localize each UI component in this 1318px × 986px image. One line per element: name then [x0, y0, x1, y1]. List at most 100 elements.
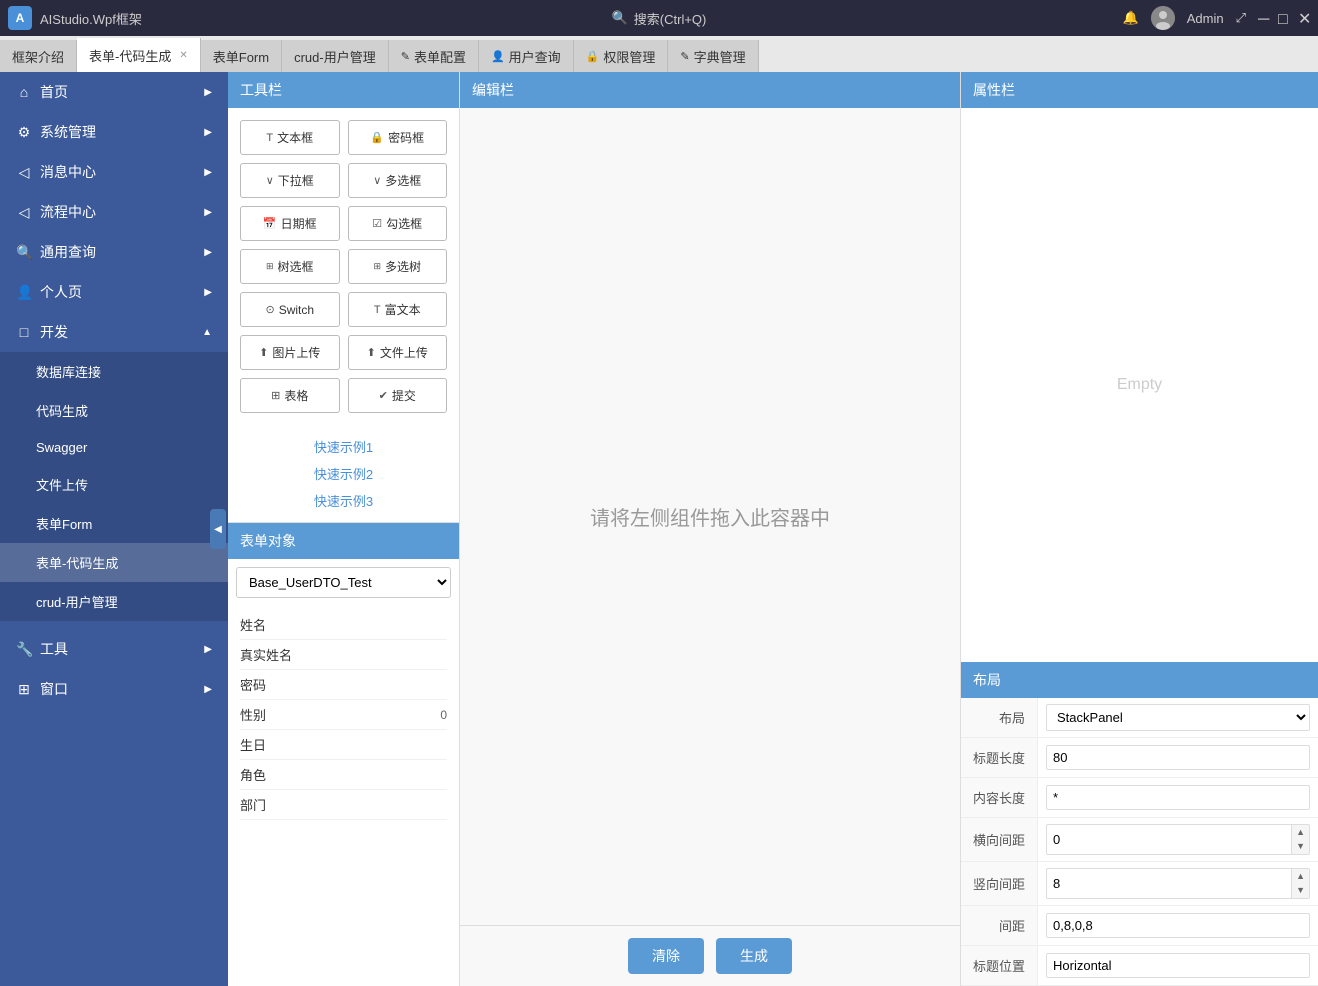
sidebar-query-label: 通用查询	[40, 242, 96, 262]
tree-select-button[interactable]: ⊞ 树选框	[240, 249, 340, 284]
sidebar-sys-mgmt-label: 系统管理	[40, 122, 96, 142]
field-value-gender: 0	[440, 708, 447, 722]
minimize-button[interactable]: ─	[1258, 12, 1270, 24]
search-area: 🔍 搜索(Ctrl+Q)	[612, 9, 707, 28]
tree-select-icon: ⊞	[266, 261, 274, 272]
sidebar-personal-label: 个人页	[40, 282, 82, 302]
sidebar-collapse-btn[interactable]: ◀	[210, 509, 226, 549]
multi-select-label: 多选框	[385, 172, 421, 189]
sidebar-item-swagger[interactable]: Swagger	[0, 430, 228, 465]
title-pos-input[interactable]	[1046, 953, 1310, 978]
field-row-duty: 职能	[240, 820, 447, 826]
title-pos-label: 标题位置	[961, 946, 1038, 986]
sidebar-item-personal[interactable]: 👤 个人页 ▶	[0, 272, 228, 312]
file-upload-button[interactable]: ⬆ 文件上传	[348, 335, 448, 370]
sidebar-item-msg[interactable]: ◁ 消息中心 ▶	[0, 152, 228, 192]
file-upload-label: 文件上传	[380, 344, 428, 361]
tab-intro-label: 框架介绍	[12, 47, 64, 66]
switch-button[interactable]: ⊙ Switch	[240, 292, 340, 327]
sidebar-item-db-connect[interactable]: 数据库连接	[0, 352, 228, 391]
clear-button[interactable]: 清除	[628, 938, 704, 974]
notification-icon[interactable]: 🔔	[1123, 10, 1139, 26]
sidebar-item-dev[interactable]: □ 开发 ▲	[0, 312, 228, 352]
tab-crud[interactable]: crud-用户管理	[282, 40, 389, 72]
sys-mgmt-arrow-icon: ▶	[204, 127, 212, 138]
main-container: ⌂ 首页 ▶ ⚙ 系统管理 ▶ ◁ 消息中心 ▶ ◁ 流程中心 ▶ 🔍 通用查询…	[0, 72, 1318, 986]
title-length-input[interactable]	[1046, 745, 1310, 770]
tab-form[interactable]: 表单Form	[201, 40, 282, 72]
sidebar-item-flow[interactable]: ◁ 流程中心 ▶	[0, 192, 228, 232]
tab-user-query[interactable]: 👤 用户查询	[479, 40, 574, 72]
text-box-label: 文本框	[277, 129, 313, 146]
personal-icon: 👤	[16, 284, 32, 301]
sidebar-item-code-gen[interactable]: 代码生成	[0, 391, 228, 430]
h-spacing-up[interactable]: ▲	[1292, 825, 1309, 840]
sys-mgmt-icon: ⚙	[16, 124, 32, 141]
sidebar-item-file-upload[interactable]: 文件上传	[0, 465, 228, 504]
close-button[interactable]: ✕	[1298, 12, 1310, 24]
tab-crud-label: crud-用户管理	[294, 47, 376, 66]
field-row-dept: 部门	[240, 790, 447, 820]
h-spacing-down[interactable]: ▼	[1292, 839, 1309, 854]
quick-link-3[interactable]: 快速示例3	[240, 487, 447, 514]
checkbox-button[interactable]: ☑ 勾选框	[348, 206, 448, 241]
layout-dropdown[interactable]: StackPanel WrapPanel Grid	[1047, 705, 1309, 730]
tab-form-code-close[interactable]: ✕	[179, 50, 187, 61]
sidebar-item-crud-user[interactable]: crud-用户管理	[0, 582, 228, 621]
sidebar-home-label: 首页	[40, 82, 68, 102]
text-box-button[interactable]: T 文本框	[240, 120, 340, 155]
tab-bar: 框架介绍 表单-代码生成 ✕ 表单Form crud-用户管理 ✎ 表单配置 👤…	[0, 36, 1318, 72]
field-name-role: 角色	[240, 765, 447, 784]
avatar[interactable]	[1151, 6, 1175, 30]
tools-icon: 🔧	[16, 641, 32, 658]
maximize-button[interactable]: □	[1278, 12, 1290, 24]
props-empty: Empty	[961, 108, 1318, 662]
password-box-button[interactable]: 🔒 密码框	[348, 120, 448, 155]
checkbox-label: 勾选框	[386, 215, 422, 232]
sidebar-item-tools[interactable]: 🔧 工具 ▶	[0, 629, 228, 669]
sidebar-item-form-code[interactable]: 表单-代码生成	[0, 543, 228, 582]
submit-button[interactable]: ✔ 提交	[348, 378, 448, 413]
sidebar-item-window[interactable]: ⊞ 窗口 ▶	[0, 669, 228, 709]
date-picker-button[interactable]: 📅 日期框	[240, 206, 340, 241]
multi-select-button[interactable]: ∨ 多选框	[348, 163, 448, 198]
table-button[interactable]: ⊞ 表格	[240, 378, 340, 413]
tab-permission[interactable]: 🔒 权限管理	[574, 40, 669, 72]
content-length-input[interactable]	[1046, 785, 1310, 810]
generate-button[interactable]: 生成	[716, 938, 792, 974]
multi-tree-button[interactable]: ⊞ 多选树	[348, 249, 448, 284]
tab-dict[interactable]: ✎ 字典管理	[668, 40, 758, 72]
form-object-header: 表单对象	[228, 523, 459, 559]
v-spacing-down[interactable]: ▼	[1292, 883, 1309, 898]
tab-intro[interactable]: 框架介绍	[0, 40, 77, 72]
v-spacing-up[interactable]: ▲	[1292, 869, 1309, 884]
sidebar-collapse-icon: ◀	[214, 524, 222, 535]
sidebar-item-query[interactable]: 🔍 通用查询 ▶	[0, 232, 228, 272]
sidebar-item-sys-mgmt[interactable]: ⚙ 系统管理 ▶	[0, 112, 228, 152]
dropdown-icon: ∨	[266, 174, 274, 187]
sidebar-item-form-form[interactable]: 表单Form	[0, 504, 228, 543]
v-spacing-input[interactable]	[1047, 872, 1291, 895]
sidebar-tools-label: 工具	[40, 639, 68, 659]
field-row-role: 角色	[240, 760, 447, 790]
field-name-duty: 职能	[240, 825, 447, 826]
field-name-realname: 真实姓名	[240, 645, 447, 664]
img-upload-button[interactable]: ⬆ 图片上传	[240, 335, 340, 370]
dropdown-button[interactable]: ∨ 下拉框	[240, 163, 340, 198]
form-object-select[interactable]: Base_UserDTO_Test	[236, 567, 451, 598]
home-icon: ⌂	[16, 84, 32, 100]
h-spacing-input[interactable]	[1047, 828, 1291, 851]
expand-icon[interactable]: ⤢	[1236, 10, 1246, 26]
tab-form-code[interactable]: 表单-代码生成 ✕	[77, 38, 201, 72]
field-name-password: 密码	[240, 675, 447, 694]
rich-text-button[interactable]: T 富文本	[348, 292, 448, 327]
quick-link-1[interactable]: 快速示例1	[240, 433, 447, 460]
quick-link-2[interactable]: 快速示例2	[240, 460, 447, 487]
margin-input[interactable]	[1046, 913, 1310, 938]
toolbar-grid: T 文本框 🔒 密码框 ∨ 下拉框 ∨ 多选框 📅 日期框	[228, 108, 459, 425]
form-fields: 姓名 真实姓名 密码 性别 0	[228, 606, 459, 826]
code-gen-label: 代码生成	[36, 401, 88, 420]
sidebar-item-home[interactable]: ⌂ 首页 ▶	[0, 72, 228, 112]
tab-form-config[interactable]: ✎ 表单配置	[389, 40, 479, 72]
rich-text-icon: T	[374, 304, 381, 316]
